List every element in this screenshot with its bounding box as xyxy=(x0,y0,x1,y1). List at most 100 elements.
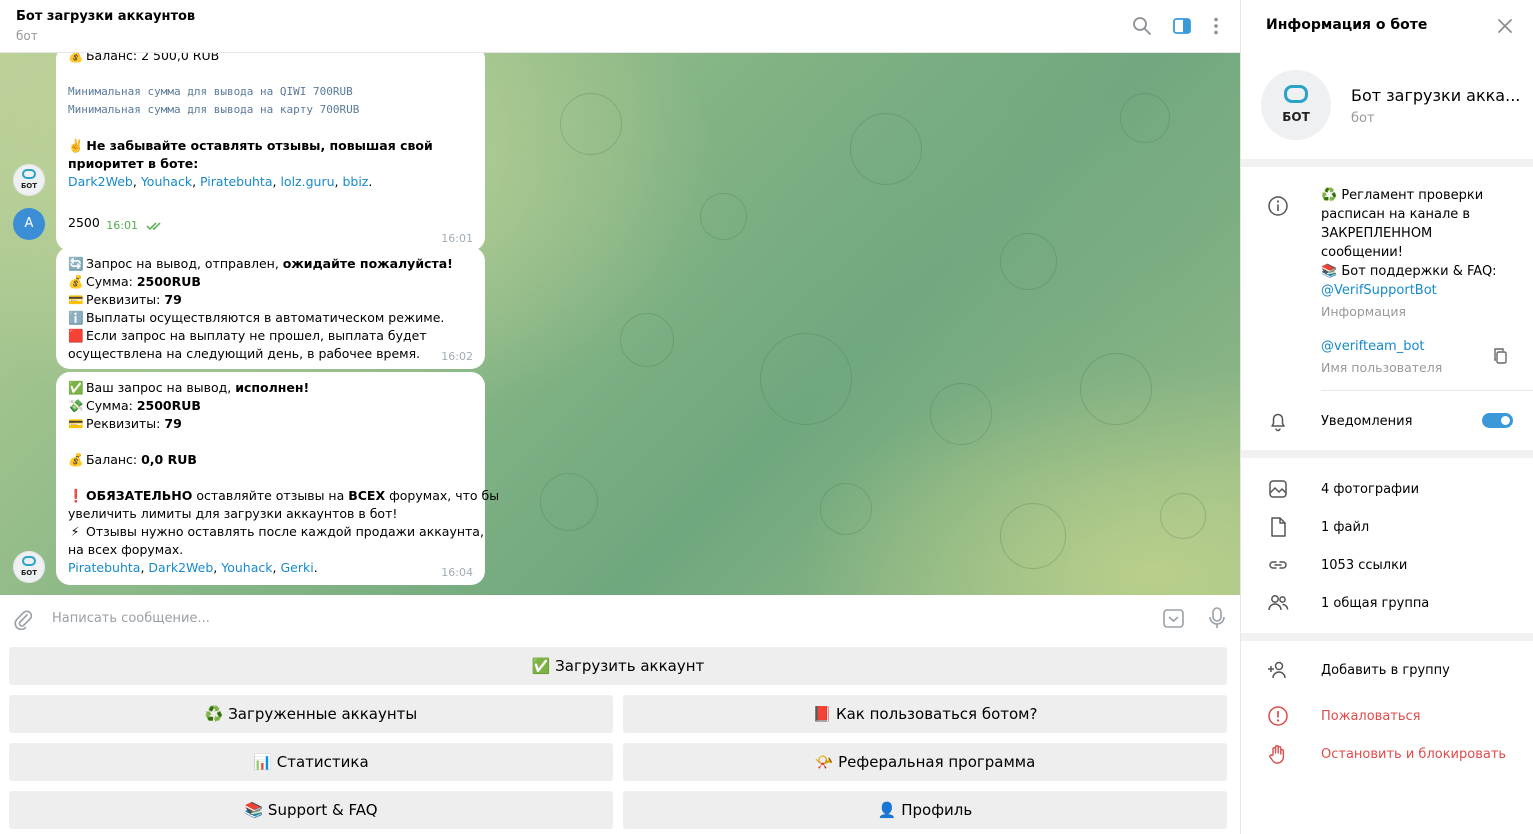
link-bbiz[interactable]: bbiz xyxy=(342,174,368,189)
refresh-icon: 🔄 xyxy=(68,256,84,271)
bot-avatar[interactable]: БОТ xyxy=(13,551,45,583)
user-avatar[interactable]: A xyxy=(13,208,45,240)
balance-text: Баланс: 2 500,0 RUB xyxy=(85,53,220,63)
reviews-text: Не забывайте оставлять отзывы, повышая с… xyxy=(86,138,433,153)
report-icon xyxy=(1268,706,1288,726)
bot-description: ♻️ Регламент проверки расписан на канале… xyxy=(1321,188,1497,300)
link-dark2web[interactable]: Dark2Web xyxy=(68,174,133,189)
double-check-icon xyxy=(146,222,161,231)
group-icon xyxy=(1268,595,1289,611)
money-bag-icon: 💰 xyxy=(68,274,84,289)
background-doodle xyxy=(1000,233,1057,290)
check-mark-icon: ✅ xyxy=(68,380,84,395)
message-time: 16:02 xyxy=(441,350,473,363)
background-doodle xyxy=(1000,503,1066,569)
link-gerki[interactable]: Gerki xyxy=(280,560,313,575)
links-count[interactable]: 1053 ссылки xyxy=(1321,558,1407,573)
bot-info-panel: Информация о боте БОТ Бот загрузки акка.… xyxy=(1240,0,1533,834)
profile-button[interactable]: 👤 Профиль xyxy=(623,791,1227,829)
bot-keyboard-icon[interactable] xyxy=(1162,607,1185,630)
chat-subtitle: бот xyxy=(16,29,38,43)
username-label: Имя пользователя xyxy=(1321,360,1443,375)
chat-header: Бот загрузки аккаунтов бот xyxy=(0,0,1240,53)
upload-account-button[interactable]: ✅ Загрузить аккаунт xyxy=(9,647,1227,685)
money-bag-icon: 💰 xyxy=(68,452,84,467)
background-doodle xyxy=(760,333,852,425)
close-icon[interactable] xyxy=(1496,17,1514,35)
chat-title[interactable]: Бот загрузки аккаунтов xyxy=(16,9,195,24)
credit-card-icon: 💳 xyxy=(68,416,84,431)
link-youhack[interactable]: Youhack xyxy=(221,560,272,575)
bot-type: бот xyxy=(1351,111,1375,126)
how-to-use-button[interactable]: 📕 Как пользоваться ботом? xyxy=(623,695,1227,733)
forum-links: Dark2Web, Youhack, Piratebuhta, lolz.gur… xyxy=(68,174,373,189)
notifications-label: Уведомления xyxy=(1321,414,1413,429)
chat-area[interactable]: 💰 Баланс: 2 500,0 RUB Минимальная сумма … xyxy=(0,53,1240,595)
divider xyxy=(1241,633,1533,641)
microphone-icon[interactable] xyxy=(1207,606,1227,630)
link-piratebuhta[interactable]: Piratebuhta xyxy=(68,560,140,575)
money-wings-icon: 💸 xyxy=(68,398,84,413)
lightning-icon: ⚡ xyxy=(70,524,80,539)
bot-avatar-large[interactable]: БОТ xyxy=(1261,70,1331,140)
divider xyxy=(1241,159,1533,167)
support-bot-link[interactable]: @VerifSupportBot xyxy=(1321,281,1497,300)
add-user-icon xyxy=(1268,661,1286,679)
link-lolz[interactable]: lolz.guru xyxy=(280,174,334,189)
background-doodle xyxy=(1160,493,1206,539)
link-dark2web[interactable]: Dark2Web xyxy=(148,560,213,575)
add-to-group-button[interactable]: Добавить в группу xyxy=(1321,663,1450,678)
username-link[interactable]: @verifteam_bot xyxy=(1321,339,1425,354)
victory-hand-icon: ✌️ xyxy=(68,138,84,153)
min-qiwi-text: Минимальная сумма для вывода на QIWI 700… xyxy=(68,85,353,98)
uploaded-accounts-button[interactable]: ♻️ Загруженные аккаунты xyxy=(9,695,613,733)
background-doodle xyxy=(620,313,674,367)
message-time: 16:04 xyxy=(441,566,473,579)
photo-icon xyxy=(1269,480,1287,498)
background-doodle xyxy=(1080,353,1152,425)
photos-count[interactable]: 4 фотографии xyxy=(1321,482,1419,497)
background-doodle xyxy=(850,113,922,185)
background-doodle xyxy=(1120,93,1170,143)
attach-icon[interactable] xyxy=(12,608,34,630)
forum-links: Piratebuhta, Dark2Web, Youhack, Gerki. xyxy=(68,560,318,575)
bot-message: ✅ Ваш запрос на вывод, исполнен! 💸 Сумма… xyxy=(56,372,499,585)
stop-hand-icon xyxy=(1269,745,1285,764)
divider xyxy=(1241,450,1533,458)
min-card-text: Минимальная сумма для вывода на карту 70… xyxy=(68,103,360,116)
support-faq-button[interactable]: 📚 Support & FAQ xyxy=(9,791,613,829)
message-time: 16:01 xyxy=(106,219,138,232)
bell-icon xyxy=(1271,413,1285,432)
info-label: Информация xyxy=(1321,304,1407,319)
background-doodle xyxy=(820,483,872,535)
bot-avatar[interactable]: БОТ xyxy=(13,164,45,196)
divider xyxy=(1321,390,1533,391)
panel-title: Информация о боте xyxy=(1266,17,1428,33)
statistics-button[interactable]: 📊 Статистика xyxy=(9,743,613,781)
info-icon xyxy=(1268,196,1288,216)
reviews-text-2: приоритет в боте: xyxy=(68,156,199,171)
credit-card-icon: 💳 xyxy=(68,292,84,307)
link-youhack[interactable]: Youhack xyxy=(141,174,192,189)
copy-icon[interactable] xyxy=(1492,347,1510,365)
files-count[interactable]: 1 файл xyxy=(1321,520,1369,535)
bot-name: Бот загрузки акка... xyxy=(1351,86,1521,105)
money-bag-icon: 💰 xyxy=(68,53,84,63)
referral-program-button[interactable]: 📯 Реферальная программа xyxy=(623,743,1227,781)
common-groups-count[interactable]: 1 общая группа xyxy=(1321,596,1429,611)
message-input[interactable]: Написать сообщение... xyxy=(52,611,210,626)
more-menu-icon[interactable] xyxy=(1205,15,1227,37)
background-doodle xyxy=(560,93,622,155)
stop-and-block-button[interactable]: Остановить и блокировать xyxy=(1321,747,1506,762)
link-icon xyxy=(1269,561,1287,569)
background-doodle xyxy=(540,473,598,531)
message-time: 16:01 xyxy=(441,232,473,245)
exclamation-icon: ❗ xyxy=(68,488,84,503)
report-button[interactable]: Пожаловаться xyxy=(1321,709,1421,724)
link-piratebuhta[interactable]: Piratebuhta xyxy=(200,174,272,189)
notifications-toggle[interactable] xyxy=(1482,413,1513,428)
red-square-icon: 🟥 xyxy=(68,328,84,343)
search-icon[interactable] xyxy=(1131,15,1153,37)
user-message-text: 2500 xyxy=(68,215,100,230)
sidebar-toggle-icon[interactable] xyxy=(1171,15,1193,37)
